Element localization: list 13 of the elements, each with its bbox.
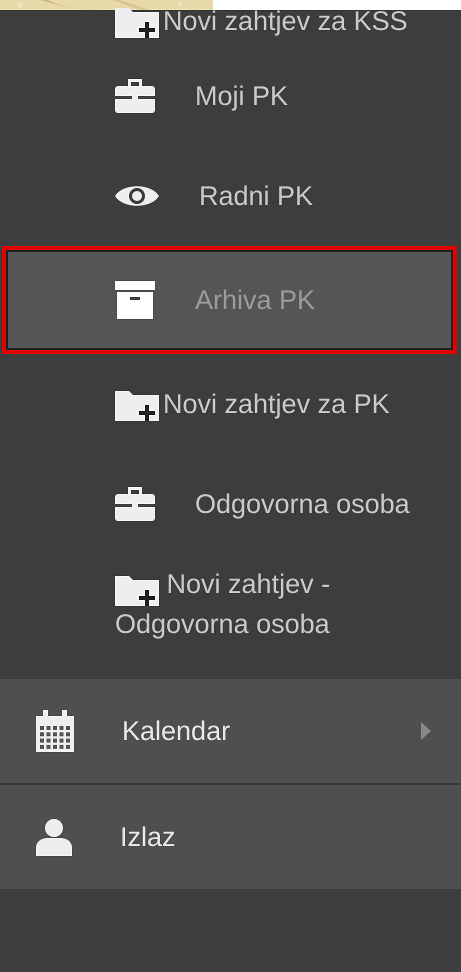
menu-item[interactable]: Radni PK (0, 146, 457, 246)
briefcase-icon (115, 487, 155, 521)
menu-item[interactable]: Kalendar (0, 679, 461, 783)
menu-item[interactable]: Moji PK (0, 46, 457, 146)
archive-box-icon (115, 281, 155, 319)
briefcase-icon (115, 79, 155, 113)
menu-item[interactable]: Izlaz (0, 783, 461, 889)
menu-item[interactable]: Novi zahtjev za PK (0, 354, 457, 454)
menu-item[interactable]: Novi zahtjev - Odgovorna osoba (0, 554, 457, 679)
menu-item[interactable]: Novi zahtjev za KSS (0, 0, 457, 46)
calendar-icon (36, 710, 74, 752)
menu-item[interactable]: Odgovorna osoba (0, 454, 457, 554)
user-icon (36, 818, 72, 856)
